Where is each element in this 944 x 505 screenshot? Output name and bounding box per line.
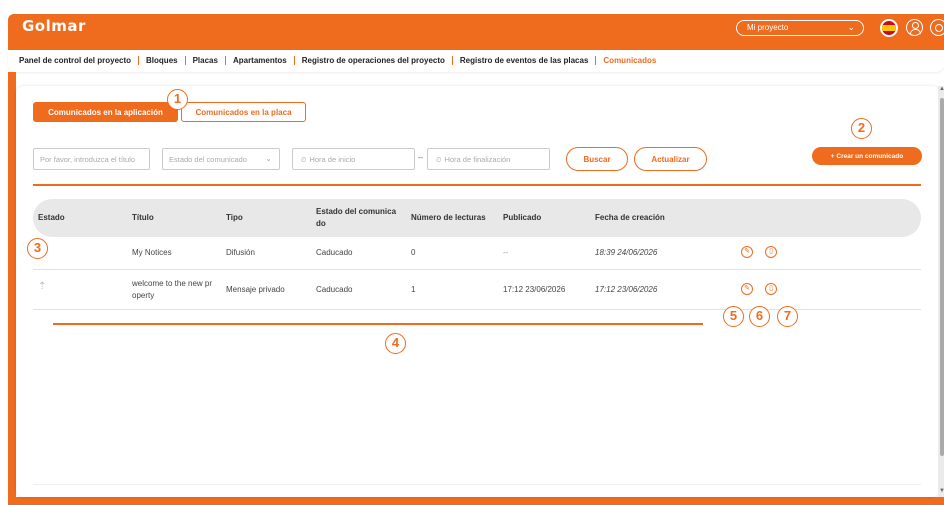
cell-titulo: My Notices bbox=[132, 248, 172, 257]
golmar-logo[interactable]: Golmar bbox=[22, 17, 86, 35]
title-search-placeholder: Por favor, introduzca el título bbox=[40, 155, 136, 164]
card-footer-line bbox=[33, 484, 921, 485]
project-select[interactable]: Mi proyecto ⌄ bbox=[736, 20, 864, 36]
bottom-accent-bar bbox=[8, 497, 944, 505]
row-divider bbox=[33, 269, 921, 270]
callout-2: 2 bbox=[851, 118, 872, 139]
nav-separator bbox=[595, 56, 597, 65]
search-button[interactable]: Buscar bbox=[566, 147, 628, 171]
end-time-placeholder: Hora de finalización bbox=[444, 155, 511, 164]
main-nav: Panel de control del proyecto Bloques Pl… bbox=[8, 50, 944, 72]
user-icon[interactable] bbox=[906, 19, 923, 36]
create-announcement-button[interactable]: + Crear un comunicado bbox=[812, 147, 922, 165]
scroll-up-icon[interactable]: ▲ bbox=[939, 86, 944, 92]
callout-3: 3 bbox=[27, 238, 48, 259]
nav-item-apartamentos[interactable]: Apartamentos bbox=[233, 56, 287, 65]
chevron-down-icon: ⌄ bbox=[265, 154, 272, 163]
nav-item-registro-operaciones[interactable]: Registro de operaciones del proyecto bbox=[302, 56, 445, 65]
title-search-input[interactable]: Por favor, introduzca el título bbox=[33, 148, 150, 170]
edit-icon[interactable]: ✎ bbox=[741, 283, 753, 295]
column-header-lecturas: Número de lecturas bbox=[411, 213, 486, 222]
cell-publicado: -- bbox=[503, 248, 509, 257]
column-header-tipo: Tipo bbox=[226, 213, 243, 222]
nav-separator bbox=[224, 56, 226, 65]
start-time-input[interactable]: ⏲ Hora de inicio bbox=[292, 148, 415, 170]
end-time-input[interactable]: ⏲ Hora de finalización bbox=[427, 148, 550, 170]
cell-fecha: 18:39 24/06/2026 bbox=[595, 248, 658, 257]
nav-item-comunicados[interactable]: Comunicados bbox=[603, 56, 656, 65]
column-header-publicado: Publicado bbox=[503, 213, 542, 222]
pin-top-icon[interactable]: ⇡ bbox=[38, 281, 46, 292]
cell-publicado: 17:12 23/06/2026 bbox=[503, 285, 566, 294]
callout-7: 7 bbox=[777, 306, 798, 327]
nav-separator bbox=[184, 56, 186, 65]
clock-icon: ⏲ bbox=[436, 157, 442, 164]
column-header-fecha: Fecha de creación bbox=[595, 213, 665, 222]
column-header-estado-comunicado: Estado del comunica do bbox=[316, 207, 397, 228]
scrollbar-thumb[interactable] bbox=[940, 98, 944, 456]
cell-estado: Caducado bbox=[316, 285, 353, 294]
clock-icon: ⏲ bbox=[301, 157, 307, 164]
nav-item-placas[interactable]: Placas bbox=[193, 56, 218, 65]
status-select-placeholder: Estado del comunicado bbox=[169, 155, 247, 164]
cell-tipo: Mensaje privado bbox=[226, 285, 285, 294]
gear-icon[interactable] bbox=[930, 19, 944, 36]
column-header-titulo: Título bbox=[132, 213, 154, 222]
cell-lecturas: 1 bbox=[411, 285, 416, 294]
edit-icon[interactable]: ✎ bbox=[741, 246, 753, 258]
nav-separator bbox=[451, 56, 453, 65]
cell-estado: Caducado bbox=[316, 248, 353, 257]
chevron-down-icon: ⌄ bbox=[847, 22, 855, 32]
callout-5: 5 bbox=[723, 306, 744, 327]
range-separator: – bbox=[418, 152, 424, 162]
callout-1: 1 bbox=[167, 89, 188, 110]
column-header-estado: Estado bbox=[38, 213, 65, 222]
nav-item-panel-control[interactable]: Panel de control del proyecto bbox=[19, 56, 131, 65]
spain-flag-icon[interactable] bbox=[880, 19, 898, 37]
refresh-button[interactable]: Actualizar bbox=[634, 147, 707, 171]
nav-separator bbox=[293, 56, 295, 65]
tab-app-announcements[interactable]: Comunicados en la aplicación bbox=[33, 102, 178, 122]
project-select-value: Mi proyecto bbox=[747, 23, 789, 32]
cell-tipo: Difusión bbox=[226, 248, 255, 257]
nav-item-registro-eventos[interactable]: Registro de eventos de las placas bbox=[460, 56, 589, 65]
delete-icon[interactable]: ▯ bbox=[765, 246, 777, 258]
tab-panel-announcements[interactable]: Comunicados en la placa bbox=[181, 102, 306, 122]
cell-fecha: 17:12 23/06/2026 bbox=[595, 285, 658, 294]
callout-6: 6 bbox=[749, 306, 770, 327]
scroll-down-icon[interactable]: ▼ bbox=[939, 488, 944, 494]
top-header: Golmar Mi proyecto ⌄ bbox=[8, 14, 944, 50]
status-select[interactable]: Estado del comunicado ⌄ bbox=[162, 148, 280, 170]
nav-separator bbox=[138, 56, 140, 65]
left-accent-bar bbox=[8, 72, 16, 505]
annotation-line bbox=[53, 323, 703, 325]
delete-icon[interactable]: ▯ bbox=[765, 283, 777, 295]
cell-titulo: welcome to the new pr operty bbox=[132, 279, 213, 300]
callout-4: 4 bbox=[385, 333, 406, 354]
nav-item-bloques[interactable]: Bloques bbox=[146, 56, 178, 65]
section-divider bbox=[33, 184, 921, 186]
cell-lecturas: 0 bbox=[411, 248, 416, 257]
start-time-placeholder: Hora de inicio bbox=[309, 155, 356, 164]
